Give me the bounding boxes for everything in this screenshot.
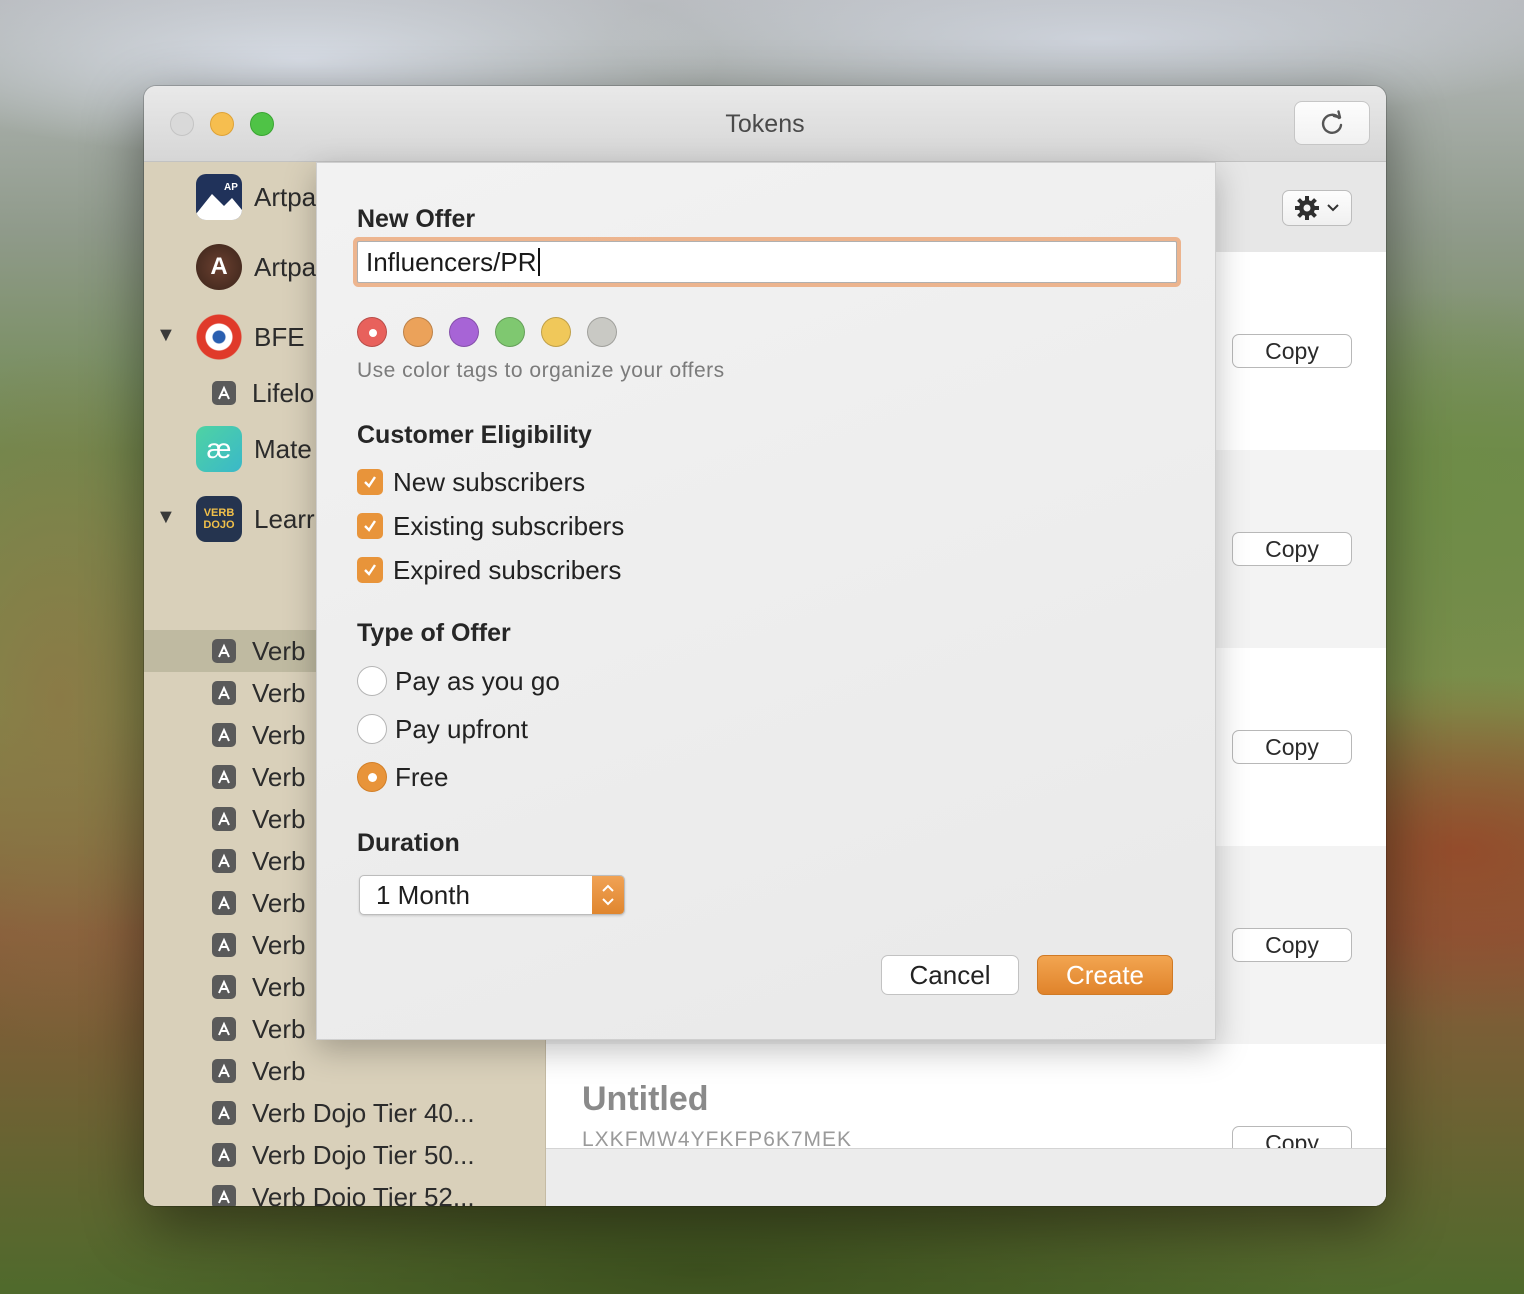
color-tag-gray[interactable] — [587, 317, 617, 347]
token-code: LXKFMW4YFKFP6K7MEK — [582, 1128, 853, 1148]
color-tag-hint: Use color tags to organize your offers — [357, 359, 725, 382]
sidebar-item-label: Verb — [252, 762, 306, 792]
radio-circle — [357, 714, 387, 744]
sidebar-item-verb-dojo[interactable]: Verb Dojo Tier 50... — [144, 1134, 545, 1176]
radio-free[interactable]: Free — [357, 761, 448, 793]
duration-title: Duration — [357, 829, 460, 857]
sidebar-item-label: Verb Dojo Tier 40... — [252, 1098, 475, 1128]
app-store-icon — [212, 849, 236, 873]
sidebar-item-label: Verb Dojo Tier 52... — [252, 1182, 475, 1206]
checkmark-icon — [357, 513, 383, 539]
color-tag-red[interactable] — [357, 317, 387, 347]
color-tag-yellow[interactable] — [541, 317, 571, 347]
eligibility-title: Customer Eligibility — [357, 421, 592, 449]
sidebar-item-label: Verb — [252, 930, 306, 960]
app-store-icon — [212, 807, 236, 831]
refresh-button[interactable] — [1294, 101, 1370, 145]
checkmark-icon — [357, 469, 383, 495]
sidebar-item-label: Verb — [252, 972, 306, 1002]
sidebar-item-label: Verb — [252, 804, 306, 834]
app-store-icon — [212, 975, 236, 999]
app-store-icon — [212, 1059, 236, 1083]
sidebar-item-label: Verb — [252, 1014, 306, 1044]
app-store-icon — [212, 1101, 236, 1125]
checkmark-icon — [357, 557, 383, 583]
token-row: Untitled LXKFMW4YFKFP6K7MEK Copy — [546, 1044, 1386, 1148]
text-caret — [537, 248, 540, 276]
sidebar-item-label: Verb — [252, 846, 306, 876]
stepper-arrows-icon — [592, 876, 624, 914]
gear-icon — [1295, 196, 1319, 220]
app-store-icon — [212, 381, 236, 405]
offer-type-title: Type of Offer — [357, 619, 511, 647]
sidebar-item-label: Verb Dojo Tier 50... — [252, 1140, 475, 1170]
sidebar-item-label: Verb — [252, 678, 306, 708]
verb-dojo-app-icon: VERB DOJO — [196, 496, 242, 542]
radio-circle — [357, 666, 387, 696]
copy-button[interactable]: Copy — [1232, 1126, 1352, 1148]
offer-name-field[interactable]: Influencers/PR — [357, 241, 1177, 283]
app-store-icon — [212, 723, 236, 747]
bottom-bar — [546, 1148, 1386, 1206]
app-store-icon — [212, 1185, 236, 1206]
copy-button[interactable]: Copy — [1232, 334, 1352, 368]
action-menu-button[interactable] — [1282, 190, 1352, 226]
app-store-icon — [212, 1143, 236, 1167]
radio-pay-upfront[interactable]: Pay upfront — [357, 713, 528, 745]
app-store-icon — [212, 933, 236, 957]
new-offer-sheet: New Offer Influencers/PR Use color tags … — [316, 162, 1216, 1040]
svg-text:AP: AP — [224, 182, 238, 193]
copy-button[interactable]: Copy — [1232, 532, 1352, 566]
cancel-button[interactable]: Cancel — [881, 955, 1019, 995]
color-tag-purple[interactable] — [449, 317, 479, 347]
selected-dot-icon — [369, 329, 377, 337]
title-bar: Tokens — [144, 86, 1386, 162]
sidebar-item-verb-dojo[interactable]: Verb Dojo Tier 40... — [144, 1092, 545, 1134]
chevron-down-icon — [1327, 204, 1339, 212]
refresh-icon — [1321, 110, 1343, 134]
token-title: Untitled — [582, 1080, 709, 1118]
create-button[interactable]: Create — [1037, 955, 1173, 995]
app-store-icon — [212, 639, 236, 663]
checkbox-new-subscribers[interactable]: New subscribers — [357, 467, 585, 497]
disclosure-triangle-icon[interactable]: ▼ — [156, 324, 176, 347]
new-offer-label: New Offer — [357, 205, 476, 233]
ae-app-icon: æ — [196, 426, 242, 472]
copy-button[interactable]: Copy — [1232, 730, 1352, 764]
radio-pay-as-you-go[interactable]: Pay as you go — [357, 665, 560, 697]
duration-select[interactable]: 1 Month — [359, 875, 625, 915]
copy-button[interactable]: Copy — [1232, 928, 1352, 962]
color-tag-green[interactable] — [495, 317, 525, 347]
sidebar-item-label: Verb — [252, 720, 306, 750]
color-tag-orange[interactable] — [403, 317, 433, 347]
app-store-icon — [212, 765, 236, 789]
app-store-icon — [212, 681, 236, 705]
sidebar-item-verb-dojo[interactable]: Verb — [144, 1050, 545, 1092]
eye-app-icon — [196, 314, 242, 360]
sidebar-item-label: Verb — [252, 888, 306, 918]
checkbox-existing-subscribers[interactable]: Existing subscribers — [357, 511, 624, 541]
disclosure-triangle-icon[interactable]: ▼ — [156, 506, 176, 529]
window-title: Tokens — [725, 110, 805, 138]
app-store-icon — [212, 1017, 236, 1041]
sidebar-item-label: Verb — [252, 636, 306, 666]
sidebar-item-verb-dojo[interactable]: Verb Dojo Tier 52... — [144, 1176, 545, 1206]
avatar-app-icon: A — [196, 244, 242, 290]
checkbox-expired-subscribers[interactable]: Expired subscribers — [357, 555, 621, 585]
radio-circle-selected — [357, 762, 387, 792]
mountain-app-icon: AP — [196, 174, 242, 220]
sidebar-item-label: Verb — [252, 1056, 306, 1086]
app-store-icon — [212, 891, 236, 915]
